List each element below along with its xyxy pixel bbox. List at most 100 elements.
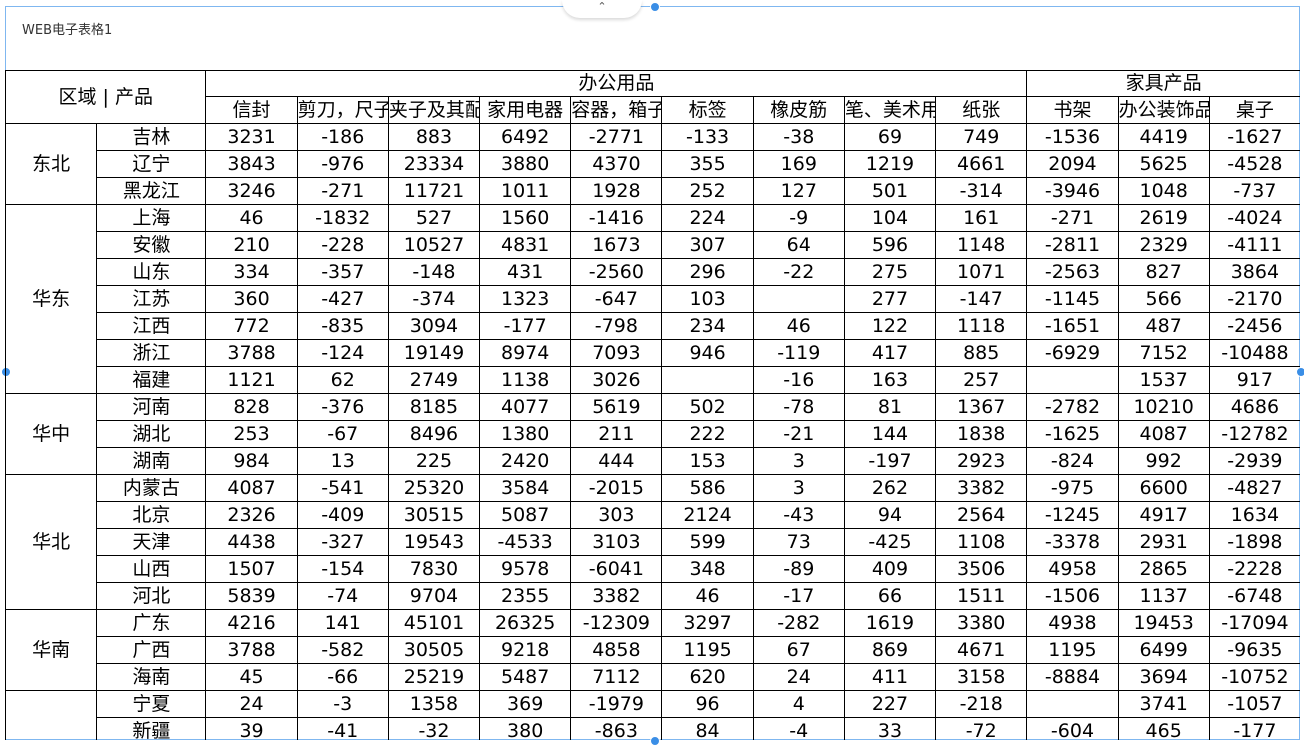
value-cell[interactable]: -197 — [843, 447, 937, 475]
value-cell[interactable]: 465 — [1117, 717, 1210, 740]
value-cell[interactable]: 4216 — [205, 609, 298, 637]
region-cell[interactable] — [5, 690, 98, 740]
region-cell[interactable]: 华北 — [5, 474, 98, 610]
value-cell[interactable]: 3380 — [935, 609, 1028, 637]
value-cell[interactable]: 3382 — [570, 582, 663, 610]
value-cell[interactable]: 1195 — [1026, 636, 1119, 664]
value-cell[interactable]: 24 — [205, 690, 298, 718]
value-cell[interactable]: 2355 — [479, 582, 572, 610]
value-cell[interactable]: -17 — [752, 582, 845, 610]
region-cell[interactable]: 华东 — [5, 204, 98, 394]
value-cell[interactable]: 227 — [843, 690, 937, 718]
value-cell[interactable]: 26325 — [479, 609, 572, 637]
value-cell[interactable]: 1380 — [479, 420, 572, 448]
value-cell[interactable]: -2811 — [1026, 231, 1119, 259]
value-cell[interactable]: 257 — [935, 366, 1028, 394]
column-header[interactable]: 办公装饰品 — [1117, 96, 1210, 124]
value-cell[interactable]: -2560 — [570, 258, 663, 286]
value-cell[interactable]: 8496 — [387, 420, 481, 448]
value-cell[interactable]: -271 — [1026, 204, 1119, 232]
value-cell[interactable]: 7093 — [570, 339, 663, 367]
value-cell[interactable]: -147 — [935, 285, 1028, 313]
column-header[interactable]: 家用电器 — [479, 96, 572, 124]
value-cell[interactable]: -271 — [296, 177, 389, 205]
value-cell[interactable]: 6492 — [479, 123, 572, 151]
value-cell[interactable]: 153 — [661, 447, 754, 475]
value-cell[interactable]: 25320 — [387, 474, 481, 502]
value-cell[interactable] — [661, 366, 754, 394]
value-cell[interactable]: -647 — [570, 285, 663, 313]
value-cell[interactable]: 30515 — [387, 501, 481, 529]
value-cell[interactable]: 3103 — [570, 528, 663, 556]
value-cell[interactable]: 234 — [661, 312, 754, 340]
value-cell[interactable]: 25219 — [387, 663, 481, 691]
province-cell[interactable]: 内蒙古 — [96, 474, 207, 502]
value-cell[interactable]: 3843 — [205, 150, 298, 178]
value-cell[interactable]: -3946 — [1026, 177, 1119, 205]
value-cell[interactable]: 94 — [843, 501, 937, 529]
value-cell[interactable]: -2015 — [570, 474, 663, 502]
value-cell[interactable]: -1506 — [1026, 582, 1119, 610]
value-cell[interactable]: 946 — [661, 339, 754, 367]
value-cell[interactable]: -2771 — [570, 123, 663, 151]
value-cell[interactable]: 1537 — [1117, 366, 1210, 394]
value-cell[interactable]: 2931 — [1117, 528, 1210, 556]
value-cell[interactable]: -148 — [387, 258, 481, 286]
value-cell[interactable]: -409 — [296, 501, 389, 529]
value-cell[interactable]: 360 — [205, 285, 298, 313]
value-cell[interactable]: -314 — [935, 177, 1028, 205]
column-header[interactable]: 信封 — [205, 96, 298, 124]
value-cell[interactable]: 67 — [752, 636, 845, 664]
value-cell[interactable]: 1137 — [1117, 582, 1210, 610]
value-cell[interactable] — [1026, 690, 1119, 718]
value-cell[interactable]: -10488 — [1208, 339, 1300, 367]
value-cell[interactable]: 2326 — [205, 501, 298, 529]
value-cell[interactable]: -374 — [387, 285, 481, 313]
value-cell[interactable]: -133 — [661, 123, 754, 151]
value-cell[interactable]: -1979 — [570, 690, 663, 718]
value-cell[interactable]: 3158 — [935, 663, 1028, 691]
value-cell[interactable]: -1832 — [296, 204, 389, 232]
value-cell[interactable]: -2228 — [1208, 555, 1300, 583]
value-cell[interactable]: -975 — [1026, 474, 1119, 502]
value-cell[interactable]: -425 — [843, 528, 937, 556]
value-cell[interactable]: 3880 — [479, 150, 572, 178]
value-cell[interactable]: 81 — [843, 393, 937, 421]
value-cell[interactable]: -4827 — [1208, 474, 1300, 502]
column-header[interactable]: 标签 — [661, 96, 754, 124]
resize-handle-top[interactable] — [650, 2, 660, 12]
value-cell[interactable]: 4087 — [205, 474, 298, 502]
value-cell[interactable]: 1048 — [1117, 177, 1210, 205]
value-cell[interactable]: -74 — [296, 582, 389, 610]
value-cell[interactable]: 7830 — [387, 555, 481, 583]
value-cell[interactable]: -4533 — [479, 528, 572, 556]
value-cell[interactable]: 62 — [296, 366, 389, 394]
value-cell[interactable]: 46 — [205, 204, 298, 232]
value-cell[interactable]: 3 — [752, 447, 845, 475]
value-cell[interactable]: 127 — [752, 177, 845, 205]
column-header[interactable]: 橡皮筋 — [752, 96, 845, 124]
value-cell[interactable]: -427 — [296, 285, 389, 313]
value-cell[interactable]: -3 — [296, 690, 389, 718]
value-cell[interactable]: 45 — [205, 663, 298, 691]
value-cell[interactable]: 13 — [296, 447, 389, 475]
value-cell[interactable]: 380 — [479, 717, 572, 740]
region-cell[interactable]: 东北 — [5, 123, 98, 205]
value-cell[interactable]: 348 — [661, 555, 754, 583]
value-cell[interactable]: 3 — [752, 474, 845, 502]
value-cell[interactable] — [752, 285, 845, 313]
value-cell[interactable]: 1619 — [843, 609, 937, 637]
value-cell[interactable]: -67 — [296, 420, 389, 448]
value-cell[interactable]: -177 — [479, 312, 572, 340]
value-cell[interactable]: 10527 — [387, 231, 481, 259]
value-cell[interactable]: -1416 — [570, 204, 663, 232]
value-cell[interactable]: 1071 — [935, 258, 1028, 286]
province-cell[interactable]: 辽宁 — [96, 150, 207, 178]
value-cell[interactable]: 1323 — [479, 285, 572, 313]
value-cell[interactable]: 6600 — [1117, 474, 1210, 502]
value-cell[interactable]: 262 — [843, 474, 937, 502]
value-cell[interactable]: 5087 — [479, 501, 572, 529]
value-cell[interactable]: 7152 — [1117, 339, 1210, 367]
province-cell[interactable]: 上海 — [96, 204, 207, 232]
value-cell[interactable]: 33 — [843, 717, 937, 740]
